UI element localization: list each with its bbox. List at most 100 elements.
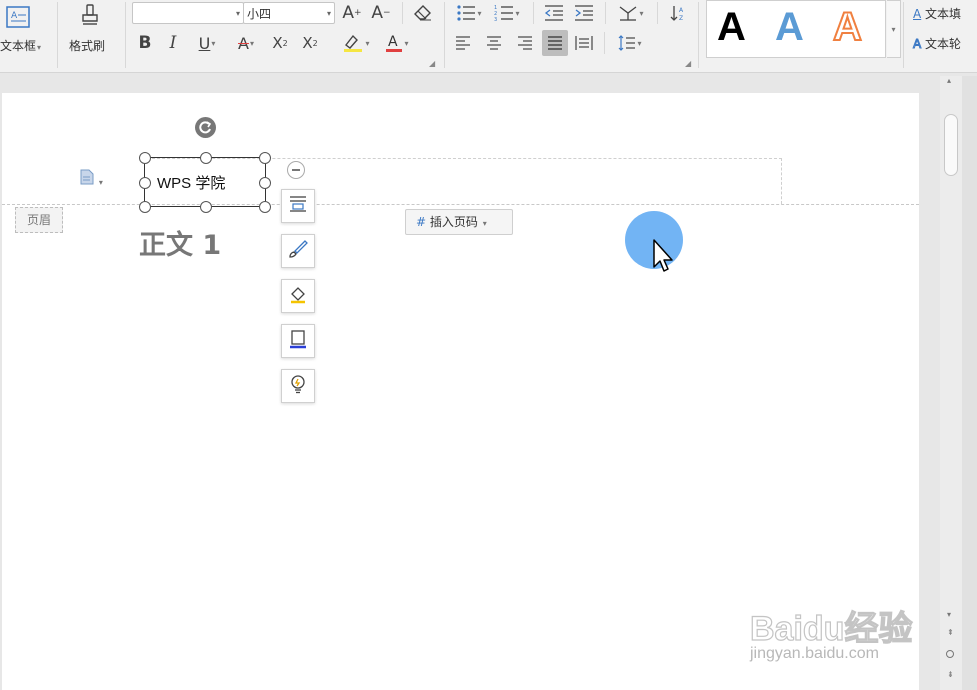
baidu-watermark-logo: Baidu经验 bbox=[749, 609, 913, 648]
decrease-font-size-icon[interactable]: A − bbox=[369, 2, 393, 24]
collapse-icon[interactable] bbox=[287, 161, 305, 179]
align-right-icon[interactable] bbox=[514, 32, 536, 54]
divider bbox=[57, 2, 58, 68]
decrease-indent-icon[interactable] bbox=[542, 2, 566, 24]
divider bbox=[125, 2, 126, 68]
smart-tips-button[interactable] bbox=[281, 369, 315, 403]
distributed-align-icon[interactable] bbox=[573, 32, 595, 54]
rotate-handle-icon[interactable] bbox=[195, 117, 216, 138]
text-fill-button[interactable]: A 文本填 bbox=[913, 5, 961, 22]
shape-outline-button[interactable] bbox=[281, 324, 315, 358]
hash-icon: # bbox=[416, 215, 427, 229]
insert-page-number-button[interactable]: # 插入页码 ▾ bbox=[405, 209, 513, 235]
paint-bucket-icon bbox=[288, 284, 308, 308]
text-fill-icon: A bbox=[913, 7, 922, 21]
textbox-icon[interactable]: A bbox=[4, 4, 32, 30]
resize-handle[interactable] bbox=[139, 177, 151, 189]
scrollbar-thumb[interactable] bbox=[944, 114, 958, 176]
shape-style-button[interactable] bbox=[281, 234, 315, 268]
justify-icon[interactable] bbox=[542, 30, 568, 56]
divider bbox=[533, 2, 534, 24]
resize-handle[interactable] bbox=[200, 201, 212, 213]
brush-icon bbox=[288, 239, 308, 263]
font-name-dropdown[interactable]: ▾ bbox=[132, 2, 244, 24]
italic-icon[interactable]: I bbox=[163, 32, 183, 54]
text-outline-label: 文本轮 bbox=[925, 37, 962, 51]
align-center-icon[interactable] bbox=[483, 32, 505, 54]
next-page-icon[interactable]: ⇟ bbox=[947, 670, 954, 679]
sort-icon[interactable]: AZ bbox=[666, 2, 690, 24]
bullet-list-icon[interactable]: ▾ bbox=[452, 2, 486, 24]
insert-page-number-label: 插入页码 bbox=[429, 215, 478, 229]
body-heading[interactable]: 正文 1 bbox=[139, 223, 221, 262]
bold-icon[interactable]: B bbox=[135, 32, 155, 54]
text-outline-button[interactable]: A 文本轮 bbox=[912, 35, 962, 52]
format-painter-icon[interactable] bbox=[77, 3, 103, 31]
window-edge bbox=[962, 76, 977, 690]
scroll-down-icon[interactable]: ▾ bbox=[947, 610, 951, 619]
resize-handle[interactable] bbox=[139, 201, 151, 213]
clear-format-eraser-icon[interactable] bbox=[411, 2, 435, 24]
format-painter-button[interactable]: 格式刷 bbox=[69, 37, 105, 54]
font-dialog-launcher-icon[interactable]: ◢ bbox=[429, 59, 435, 68]
subscript-icon[interactable]: X2 bbox=[298, 32, 322, 54]
svg-text:Z: Z bbox=[679, 15, 683, 22]
resize-handle[interactable] bbox=[259, 177, 271, 189]
highlight-color-icon[interactable]: ▾ bbox=[339, 32, 373, 54]
divider bbox=[604, 32, 605, 54]
increase-font-size-icon[interactable]: A + bbox=[340, 2, 364, 24]
chinese-layout-icon[interactable]: ▾ bbox=[614, 2, 648, 24]
header-options-icon[interactable]: ▾ bbox=[80, 169, 103, 188]
svg-text:A: A bbox=[679, 7, 684, 14]
increase-indent-icon[interactable] bbox=[572, 2, 596, 24]
textbox-label: 文本框 bbox=[0, 39, 37, 53]
line-spacing-icon[interactable]: ▾ bbox=[613, 32, 647, 54]
layout-options-button[interactable] bbox=[281, 189, 315, 223]
baidu-watermark-url: jingyan.baidu.com bbox=[750, 645, 879, 662]
paragraph-dialog-launcher-icon[interactable]: ◢ bbox=[685, 59, 691, 68]
divider bbox=[657, 2, 658, 24]
word-art-orange-outline[interactable]: A bbox=[832, 4, 863, 50]
gallery-more-icon[interactable]: ▾ bbox=[887, 0, 901, 58]
word-art-gallery[interactable]: A A A bbox=[706, 0, 886, 58]
chevron-down-icon: ▾ bbox=[235, 9, 240, 18]
divider bbox=[402, 2, 403, 24]
divider bbox=[444, 2, 445, 68]
chevron-down-icon: ▾ bbox=[482, 219, 487, 228]
font-color-icon[interactable]: A ▾ bbox=[380, 32, 414, 54]
scroll-up-icon[interactable]: ▴ bbox=[947, 76, 951, 85]
word-art-black[interactable]: A bbox=[717, 5, 746, 50]
vertical-scrollbar[interactable]: ▴ ▾ ⇞ ⇟ bbox=[940, 76, 962, 690]
resize-handle[interactable] bbox=[139, 152, 151, 164]
textbox-button[interactable]: 文本框▾ bbox=[0, 37, 41, 54]
font-size-value: 小四 bbox=[247, 7, 272, 21]
header-tag: 页眉 bbox=[15, 207, 63, 233]
resize-handle[interactable] bbox=[259, 152, 271, 164]
numbered-list-icon[interactable]: 1 2 3 ▾ bbox=[490, 2, 524, 24]
divider bbox=[605, 2, 606, 24]
header-textbox[interactable]: WPS 学院 bbox=[144, 157, 266, 207]
font-size-dropdown[interactable]: 小四 ▾ bbox=[243, 2, 335, 24]
resize-handle[interactable] bbox=[259, 201, 271, 213]
word-art-blue[interactable]: A bbox=[775, 5, 804, 50]
text-fill-label: 文本填 bbox=[925, 7, 962, 21]
underline-icon[interactable]: U ▾ bbox=[191, 32, 223, 54]
superscript-icon[interactable]: X2 bbox=[268, 32, 292, 54]
chevron-down-icon: ▾ bbox=[98, 178, 103, 187]
text-wrap-icon bbox=[288, 195, 308, 217]
header-textbox-text[interactable]: WPS 学院 bbox=[157, 172, 225, 193]
resize-handle[interactable] bbox=[200, 152, 212, 164]
shape-fill-button[interactable] bbox=[281, 279, 315, 313]
strikethrough-icon[interactable]: A ▾ bbox=[230, 32, 262, 54]
chevron-down-icon: ▾ bbox=[326, 9, 331, 18]
align-left-icon[interactable] bbox=[452, 32, 474, 54]
ribbon-toolbar: A 文本框▾ 格式刷 ▾ 小四 ▾ A + A − B I U ▾ A ▾ X2 X2 ▾… bbox=[0, 0, 977, 73]
text-outline-icon: A bbox=[912, 37, 922, 52]
svg-text:3: 3 bbox=[494, 17, 497, 22]
lightbulb-icon bbox=[288, 374, 308, 398]
outline-icon bbox=[288, 329, 308, 353]
divider bbox=[903, 2, 904, 68]
previous-page-icon[interactable]: ⇞ bbox=[947, 628, 954, 637]
document-page[interactable]: ▾ 页眉 # 插入页码 ▾ WPS 学院 正文 1 Baidu经验 jingya… bbox=[2, 93, 919, 690]
select-browse-object-icon[interactable] bbox=[946, 650, 954, 658]
